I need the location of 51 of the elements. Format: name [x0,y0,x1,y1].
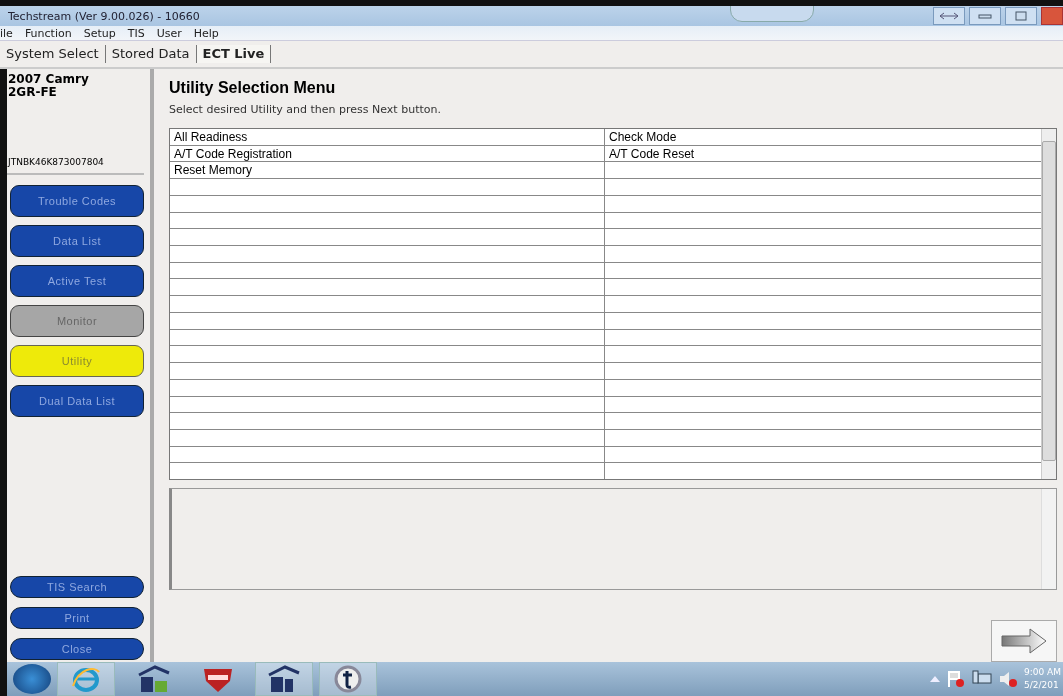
table-cell[interactable]: All Readiness [174,129,248,144]
nav-button[interactable]: Trouble Codes [10,185,144,217]
instruction-text: Select desired Utility and then press Next button. [169,103,442,116]
tab[interactable]: ECT Live [196,45,272,63]
menu-item[interactable]: Help [193,26,219,40]
up-caret-icon [930,676,940,682]
vin-number: JTNBK46K873007804 [7,157,144,175]
next-button[interactable] [991,620,1057,662]
flag-error-icon [946,670,966,688]
menu-item[interactable]: User [156,26,182,40]
browser-e-icon [71,666,101,692]
resize-button[interactable] [933,7,965,25]
quick-access-tab[interactable] [730,6,814,22]
house-b-icon [267,665,301,693]
vehicle-model: 2007 Camry [8,73,90,86]
nav-button[interactable]: Dual Data List [10,385,144,417]
house-b-icon [136,665,171,693]
table-cell[interactable]: A/T Code Reset [609,146,695,161]
scrollbar[interactable] [1041,489,1056,589]
table-cell[interactable]: Check Mode [609,129,677,144]
menu-item[interactable]: Setup [83,26,116,40]
close-button[interactable] [1041,7,1063,25]
nav-button[interactable]: Active Test [10,265,144,297]
start-button[interactable] [13,664,51,694]
tab[interactable]: Stored Data [105,45,197,63]
nav-button[interactable]: Data List [10,225,144,257]
window-title: Techstream (Ver 9.00.026) - 10660 [8,9,200,23]
taskbar-app-icon[interactable] [255,662,313,696]
speaker-muted-icon [998,670,1018,688]
menu-item[interactable]: Function [24,26,72,40]
side-button[interactable]: Close [10,638,144,660]
minimize-button[interactable] [969,7,1001,25]
clock-date: 5/2/201 [1024,679,1060,692]
side-button[interactable]: Print [10,607,144,629]
side-button[interactable]: TIS Search [10,576,144,598]
circle-t-icon [333,665,363,693]
taskbar-app-icon[interactable] [319,662,377,696]
clock-time: 9:00 AM [1024,666,1061,679]
tab[interactable]: System Select [0,45,106,63]
scrollbar[interactable] [1041,129,1056,479]
table-cell[interactable]: A/T Code Registration [174,146,292,161]
minimize-icon [978,13,992,19]
maximize-icon [1015,11,1027,21]
page-heading: Utility Selection Menu [169,79,337,97]
double-arrow-icon [938,11,960,21]
menu-item[interactable]: ile [0,26,13,40]
maximize-button[interactable] [1005,7,1037,25]
menu-item[interactable]: TIS [127,26,145,40]
engine-code: 2GR-FE [8,86,57,99]
right-arrow-icon [1001,628,1047,654]
table-cell[interactable]: Reset Memory [174,163,253,178]
